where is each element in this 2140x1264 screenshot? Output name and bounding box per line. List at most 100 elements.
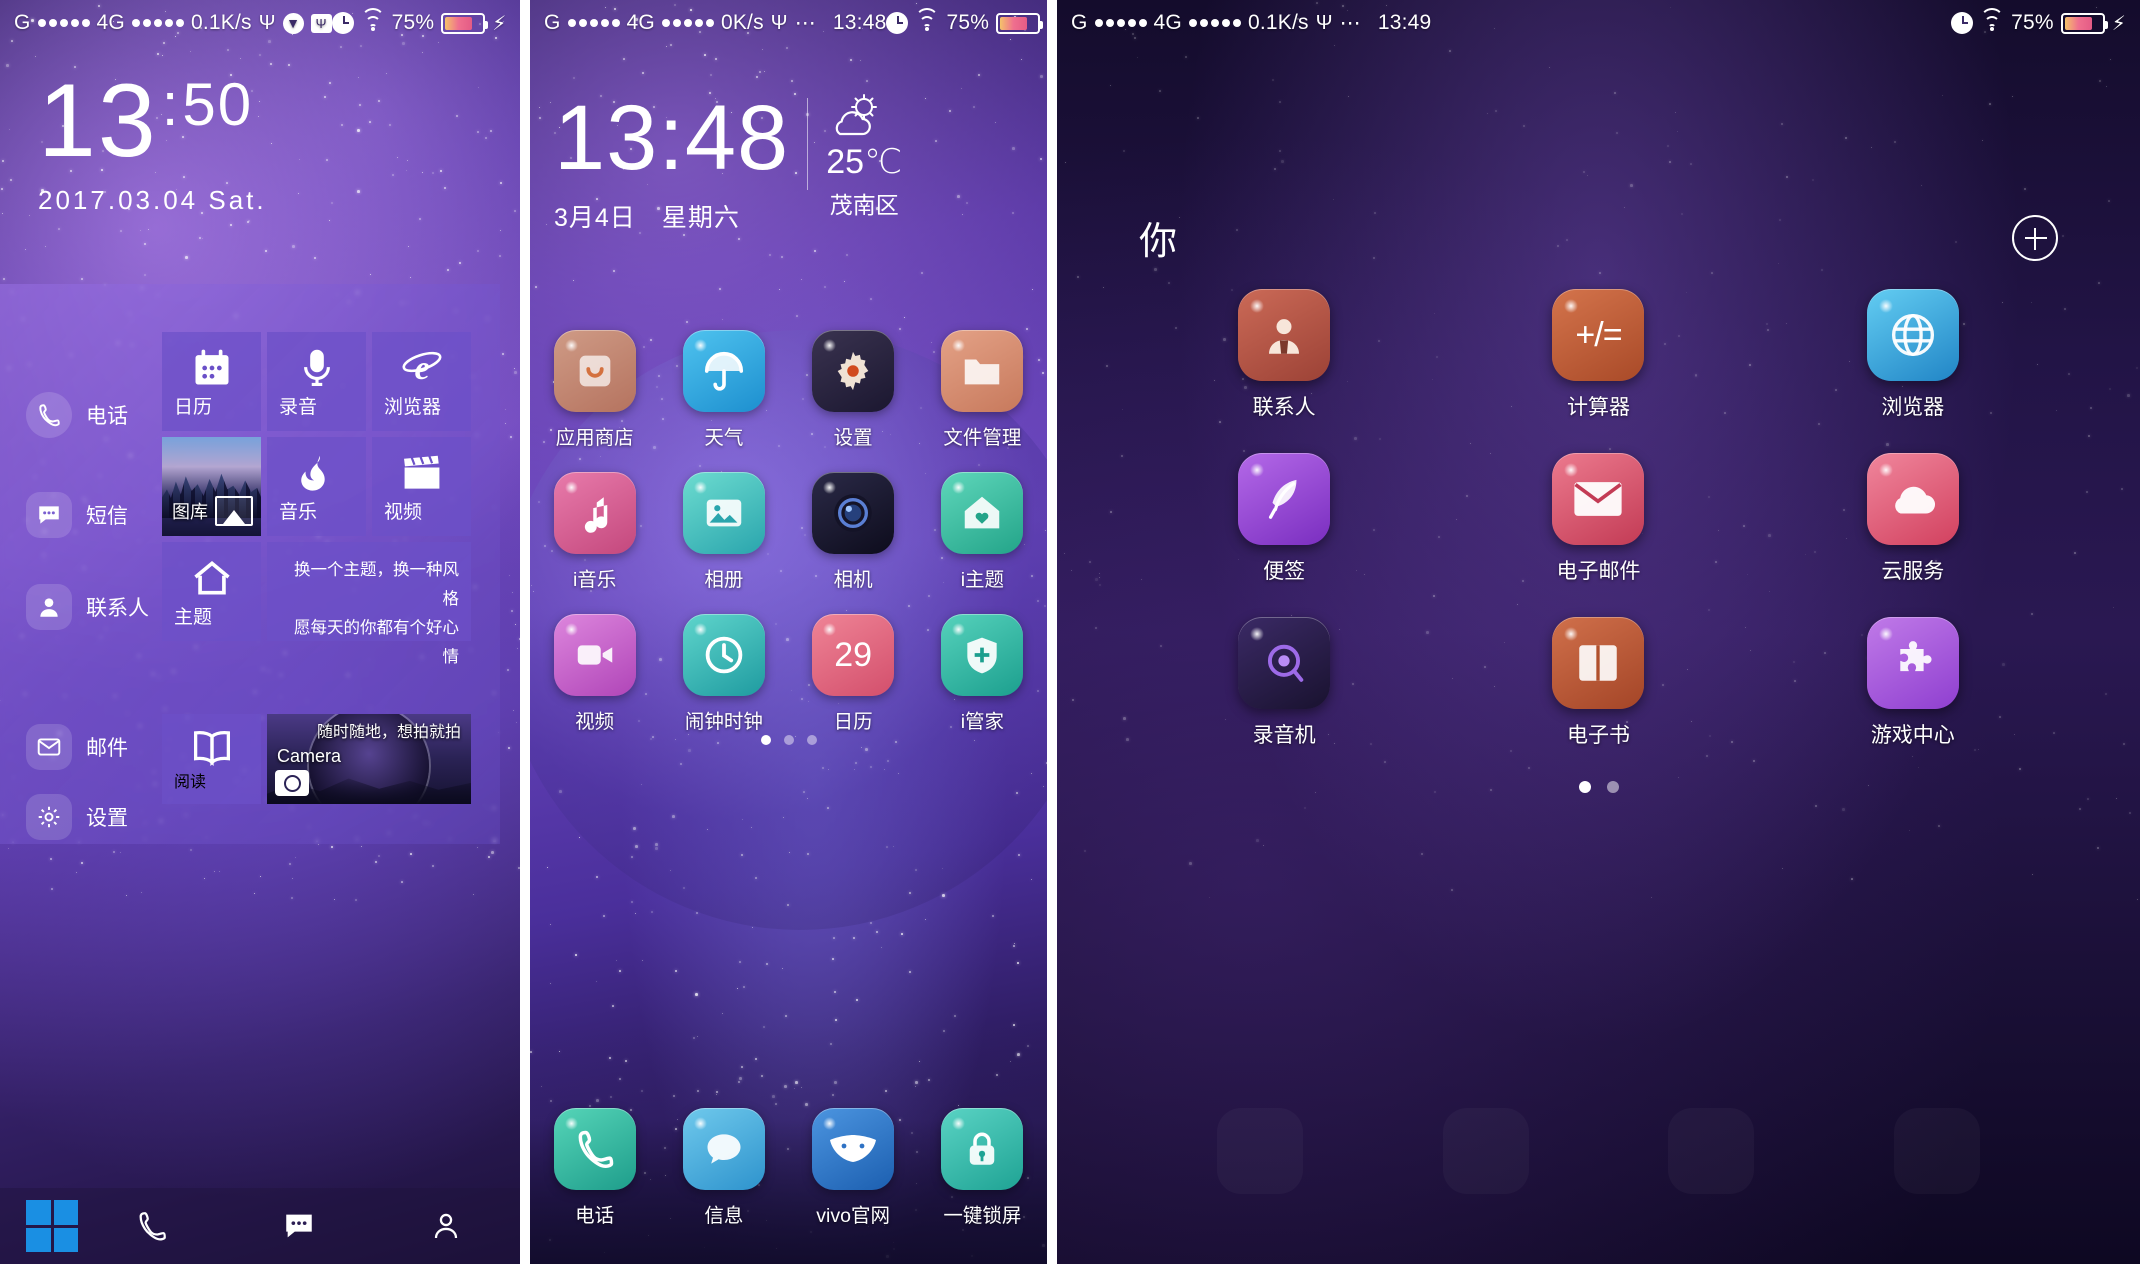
- folder-app-notes-label: 便签: [1199, 555, 1369, 585]
- shortcut-mail[interactable]: 邮件: [26, 724, 128, 770]
- dock-app-lock[interactable]: 一键锁屏: [927, 1108, 1037, 1228]
- wifi-icon-3: [1980, 14, 2004, 32]
- wifi-icon: [361, 14, 385, 32]
- folder-page-dot-1[interactable]: [1579, 781, 1591, 793]
- app-itheme[interactable]: i主题: [927, 472, 1037, 592]
- tile-theme-slogan[interactable]: 换一个主题，换一种风格 愿每天的你都有个好心情: [267, 542, 471, 641]
- app-clock[interactable]: 闹钟时钟: [669, 614, 779, 734]
- gallery-icon: [215, 496, 253, 526]
- plus-circle-icon[interactable]: [2012, 215, 2058, 261]
- folder-app-email[interactable]: 电子邮件: [1513, 453, 1683, 585]
- watermark-2: [786, 1246, 790, 1258]
- tile-video[interactable]: 视频: [372, 437, 471, 536]
- app-appstore[interactable]: 应用商店: [540, 330, 650, 450]
- app-video-label: 视频: [540, 705, 650, 734]
- page-dot-3[interactable]: [807, 735, 817, 745]
- app-album-label: 相册: [669, 563, 779, 592]
- ghost-icon-1: [1217, 1108, 1303, 1194]
- folder-app-browser[interactable]: 浏览器: [1828, 289, 1998, 421]
- folder-app-recorder-label: 录音机: [1199, 719, 1369, 749]
- signal-dots-3a: [1095, 19, 1147, 27]
- app-settings[interactable]: 设置: [798, 330, 908, 450]
- dock-app-message[interactable]: 信息: [669, 1108, 779, 1228]
- app-video[interactable]: 视频: [540, 614, 650, 734]
- dock-app-lock-label: 一键锁屏: [927, 1199, 1037, 1228]
- dock-phone-icon[interactable]: [78, 1209, 225, 1243]
- data-speed-label-3: 0.1K/s: [1248, 11, 1309, 35]
- clock-icon: [683, 614, 765, 696]
- windows-logo-icon[interactable]: [26, 1200, 78, 1252]
- app-album[interactable]: 相册: [669, 472, 779, 592]
- tile-reading[interactable]: 阅读: [162, 714, 261, 804]
- dock-message-icon[interactable]: [225, 1209, 372, 1243]
- folder-title[interactable]: 你: [1139, 210, 1177, 265]
- contacts-icon: [26, 584, 72, 630]
- app-imusic[interactable]: i音乐: [540, 472, 650, 592]
- folder-app-email-label: 电子邮件: [1513, 555, 1683, 585]
- app-row-2: i音乐 相册 相机 i主题: [530, 472, 1047, 592]
- battery-percent-label-3: 75%: [2011, 11, 2054, 35]
- page-dot-1[interactable]: [761, 735, 771, 745]
- tile-recorder[interactable]: 录音: [267, 332, 366, 431]
- folder-app-notes[interactable]: 便签: [1199, 453, 1369, 585]
- tile-row-1: 日历 录音 e 浏览器: [162, 332, 482, 431]
- folder-app-gamecenter[interactable]: 游戏中心: [1828, 617, 1998, 749]
- shortcut-sms[interactable]: 短信: [26, 492, 128, 538]
- tile-camera[interactable]: 随时随地，想拍就拍 Camera: [267, 714, 471, 804]
- download-badge-icon: ▼: [283, 13, 304, 34]
- folder-app-cloud[interactable]: 云服务: [1828, 453, 1998, 585]
- app-weather[interactable]: 天气: [669, 330, 779, 450]
- shortcut-contacts[interactable]: 联系人: [26, 584, 149, 630]
- page-dot-2[interactable]: [784, 735, 794, 745]
- app-imanager[interactable]: i管家: [927, 614, 1037, 734]
- dock-app-vivo[interactable]: vivo官网: [798, 1108, 908, 1228]
- tile-gallery[interactable]: 图库: [162, 437, 261, 536]
- weather-widget[interactable]: 25℃ 茂南区: [826, 94, 902, 220]
- phone-panel-1: G 4G 0.1K/s Ψ ▼ Ψ 75% ⚡ 13 : 50 2017.03.…: [0, 0, 520, 1264]
- ellipsis-icon-2: ⋯: [795, 11, 816, 36]
- tile-browser[interactable]: e 浏览器: [372, 332, 471, 431]
- tile-reading-label: 阅读: [174, 768, 249, 792]
- clock-weekday-2: 星期六: [662, 198, 740, 234]
- shortcut-phone[interactable]: 电话: [26, 392, 128, 438]
- recorder-icon: [1238, 617, 1330, 709]
- folder-page-dot-2[interactable]: [1607, 781, 1619, 793]
- signal-dots-2: [132, 19, 184, 27]
- phone-icon: [26, 392, 72, 438]
- folder-app-contacts[interactable]: 联系人: [1199, 289, 1369, 421]
- folder-row-1: 联系人 +/= 计算器 浏览器: [1127, 289, 2070, 421]
- folder-app-calculator[interactable]: +/= 计算器: [1513, 289, 1683, 421]
- puzzle-icon: [1867, 617, 1959, 709]
- app-camera[interactable]: 相机: [798, 472, 908, 592]
- home-icon: [174, 554, 249, 602]
- tile-calendar[interactable]: 日历: [162, 332, 261, 431]
- dock-row-2: 电话 信息 vivo官网 一键锁屏: [530, 1108, 1047, 1228]
- watermark-1: [258, 1246, 262, 1258]
- page-indicator-2[interactable]: [530, 735, 1047, 745]
- dock-contacts-icon[interactable]: [373, 1210, 520, 1242]
- folder-page-indicator[interactable]: [1127, 781, 2070, 793]
- app-imanager-label: i管家: [927, 705, 1037, 734]
- tile-theme[interactable]: 主题: [162, 542, 261, 641]
- folder-app-ebook[interactable]: 电子书: [1513, 617, 1683, 749]
- clock-date-1: 2017.03.04 Sat.: [38, 185, 267, 216]
- gear-icon-2: [812, 330, 894, 412]
- app-filemanager[interactable]: 文件管理: [927, 330, 1037, 450]
- microphone-icon: [279, 344, 354, 392]
- tile-row-4: 阅读 随时随地，想拍就拍 Camera: [162, 714, 471, 804]
- folder-app-recorder[interactable]: 录音机: [1199, 617, 1369, 749]
- theme-slogan-line-2: 愿每天的你都有个好心情: [279, 614, 459, 672]
- data-speed-label: 0.1K/s: [191, 11, 252, 35]
- network-label-3: 4G: [1154, 11, 1182, 35]
- dock-app-phone[interactable]: 电话: [540, 1108, 650, 1228]
- app-settings-label: 设置: [798, 421, 908, 450]
- home-clock-widget[interactable]: 13:48 3月4日 星期六 25℃ 茂南区: [554, 92, 902, 234]
- battery-icon: [441, 13, 485, 34]
- app-calendar[interactable]: 29 日历: [798, 614, 908, 734]
- tile-music[interactable]: 音乐: [267, 437, 366, 536]
- clock-minute: 50: [182, 76, 253, 133]
- mail-icon: [26, 724, 72, 770]
- clock-colon: :: [162, 76, 181, 133]
- shortcut-settings[interactable]: 设置: [26, 794, 128, 840]
- ghost-icon-3: [1668, 1108, 1754, 1194]
